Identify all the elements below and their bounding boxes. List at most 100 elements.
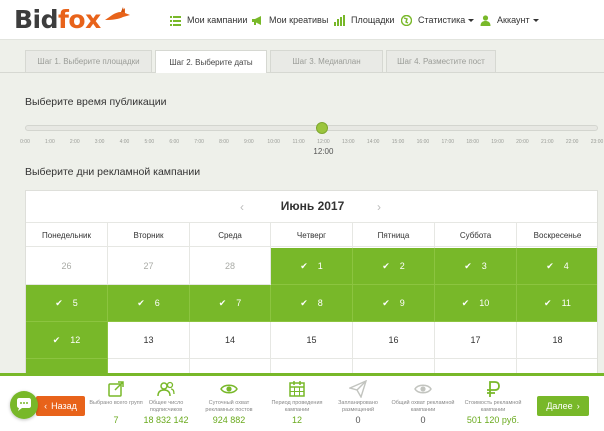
nav-my-creatives[interactable]: Мои креативы (252, 12, 328, 28)
check-icon: ✔ (137, 297, 145, 308)
stat-total-reach: Общий охват рекламной кампании 0 (390, 380, 456, 425)
check-icon: ✔ (461, 297, 470, 308)
back-button[interactable]: ‹ Назад (36, 396, 85, 416)
calendar-day[interactable]: ✔ 2 (353, 248, 435, 285)
tab-step-1-label: Шаг 1. Выберите площадки (37, 57, 140, 66)
stat-total-reach-value: 0 (420, 415, 426, 425)
calendar-day[interactable]: 27 (108, 248, 190, 285)
calendar-day[interactable]: 13 (108, 322, 190, 359)
check-icon: ✔ (52, 334, 61, 345)
check-icon: ✔ (55, 297, 63, 308)
logo-text-bid: Bid (14, 4, 59, 34)
check-icon: ✔ (300, 260, 308, 271)
weekday-header: Пятница (353, 223, 435, 248)
time-tick: 21:00 (540, 139, 554, 145)
stat-period: Период проведения кампании 12 (264, 380, 330, 425)
calendar-day[interactable]: ✔ 1 (271, 248, 353, 285)
stat-subscribers: Общее число подписчиков 18 832 142 (133, 380, 199, 425)
calendar-day-number: 26 (61, 261, 72, 271)
calendar-day[interactable]: ✔ 9 (353, 285, 435, 322)
calendar-day[interactable]: ✔ 3 (435, 248, 517, 285)
calendar-day[interactable]: ✔ 5 (26, 285, 108, 322)
stat-cost-label: Стоимость рекламной кампании (464, 400, 522, 413)
stat-cost-value: 501 120 руб. (466, 415, 520, 425)
calendar-day[interactable]: 18 (517, 322, 597, 359)
chat-button[interactable] (10, 391, 38, 419)
globe-icon (401, 14, 412, 26)
list-icon (170, 15, 181, 26)
calendar-day-number: 7 (236, 298, 242, 308)
tab-step-3-label: Шаг 3. Медиаплан (292, 57, 361, 66)
nav-statistics[interactable]: Статистика (401, 12, 475, 28)
bidfox-logo[interactable]: Bidfox (14, 4, 131, 34)
next-button-label: Далее (546, 401, 573, 411)
nav-platforms-label: Площадки (351, 15, 395, 25)
nav-account[interactable]: Аккаунт (480, 12, 539, 28)
time-tick: 14:00 (366, 139, 380, 145)
weekday-header: Понедельник (26, 223, 108, 248)
time-tick: 10:00 (267, 139, 280, 145)
tab-step-2[interactable]: Шаг 2. Выберите даты (155, 50, 267, 73)
time-tick: 0:00 (20, 139, 30, 145)
paper-plane-icon (349, 380, 367, 398)
next-button[interactable]: Далее › (537, 396, 589, 416)
calendar-day-number: 28 (224, 261, 235, 271)
tabs-divider (0, 72, 604, 73)
time-slider-track[interactable] (25, 125, 598, 131)
time-tick: 19:00 (491, 139, 504, 145)
time-tick: 15:00 (391, 139, 405, 145)
bar-chart-icon (334, 14, 345, 26)
megaphone-icon (252, 15, 261, 25)
calendar-day-number: 15 (306, 335, 317, 345)
calendar-day[interactable]: 28 (190, 248, 271, 285)
eye-icon (220, 384, 238, 394)
calendar-day[interactable]: 16 (353, 322, 435, 359)
days-section-title: Выберите дни рекламной кампании (25, 166, 201, 178)
calendar-day[interactable]: 17 (435, 322, 517, 359)
tab-step-4[interactable]: Шаг 4. Разместите пост (386, 50, 496, 72)
time-tick: 17:00 (441, 139, 455, 145)
tab-step-3[interactable]: Шаг 3. Медиаплан (270, 50, 383, 72)
calendar-day[interactable]: ✔ 4 (517, 248, 597, 285)
user-icon (480, 14, 491, 26)
time-tick: 4:00 (119, 139, 130, 145)
calendar-day[interactable]: 15 (271, 322, 353, 359)
tab-step-4-label: Шаг 4. Разместите пост (397, 57, 485, 66)
time-slider-handle[interactable] (316, 122, 329, 134)
check-icon: ✔ (382, 297, 390, 308)
chevron-right-icon[interactable]: › (377, 200, 381, 214)
nav-platforms[interactable]: Площадки (334, 12, 394, 28)
calendar-day[interactable]: ✔ 7 (190, 285, 271, 322)
time-tick: 8:00 (219, 139, 229, 145)
check-icon: ✔ (382, 260, 390, 271)
calendar-header: ‹ Июнь 2017 › (26, 191, 597, 222)
calendar-day[interactable]: ✔ 10 (435, 285, 517, 322)
nav-account-label: Аккаунт (497, 15, 530, 25)
calendar-day[interactable]: ✔ 6 (108, 285, 190, 322)
campaign-calendar: ‹ Июнь 2017 › Понедельник Вторник Среда Чет… (25, 190, 598, 385)
calendar-day[interactable]: ✔ 8 (271, 285, 353, 322)
time-tick: 12:00 (317, 139, 330, 145)
calendar-day-number: 14 (224, 335, 235, 345)
chevron-left-icon: ‹ (44, 401, 48, 411)
time-tick: 23:00 (590, 139, 604, 145)
calendar-day-number: 2 (399, 261, 405, 271)
calendar-day-number: 10 (479, 298, 490, 308)
stat-subscribers-label: Общее число подписчиков (148, 400, 184, 413)
eye-icon (414, 384, 432, 394)
calendar-day[interactable]: 26 (26, 248, 108, 285)
calendar-day-number: 6 (154, 298, 160, 308)
check-icon: ✔ (546, 260, 554, 271)
weekday-header: Суббота (435, 223, 517, 248)
calendar-day[interactable]: ✔ 12 (26, 322, 108, 359)
time-tick: 16:00 (416, 139, 430, 145)
back-button-label: Назад (51, 401, 77, 411)
tab-step-2-label: Шаг 2. Выберите даты (169, 57, 253, 67)
nav-my-campaigns[interactable]: Мои кампании (170, 12, 247, 28)
calendar-day[interactable]: ✔ 11 (517, 285, 597, 322)
calendar-day[interactable]: 14 (190, 322, 271, 359)
calendar-month-title: Июнь 2017 (280, 199, 345, 213)
tab-step-1[interactable]: Шаг 1. Выберите площадки (25, 50, 152, 72)
nav-my-campaigns-label: Мои кампании (187, 15, 248, 25)
weekday-row: Понедельник Вторник Среда Четверг Пятница Суб… (26, 222, 597, 248)
